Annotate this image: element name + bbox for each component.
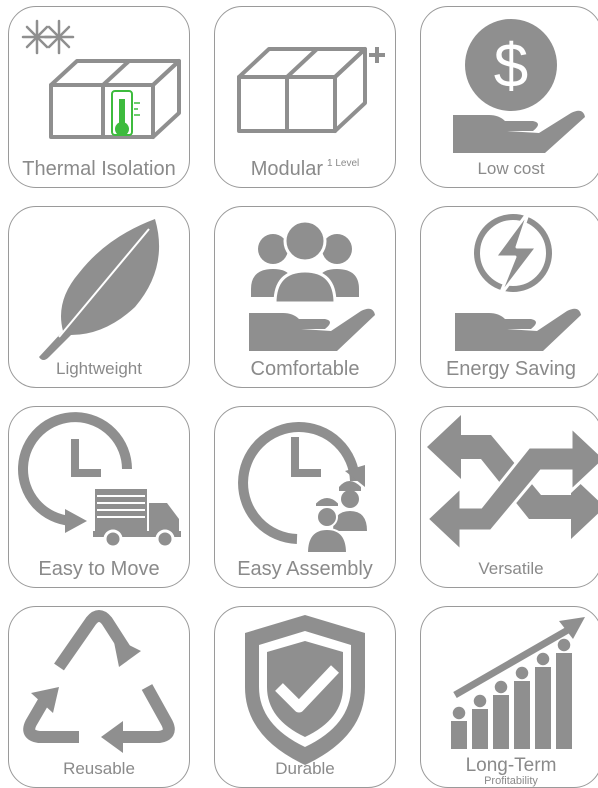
svg-text:$: $ bbox=[494, 32, 528, 101]
feature-card-reusable: Reusable bbox=[8, 606, 190, 788]
feature-card-easy-to-move: Easy to Move bbox=[8, 406, 190, 588]
feature-card-comfortable: Comfortable bbox=[214, 206, 396, 388]
feature-label: Easy to Move bbox=[38, 558, 160, 580]
feature-label: Low cost bbox=[477, 159, 545, 178]
feature-label: Long-Term Profitability bbox=[465, 755, 557, 787]
feature-label: Modular 1 Level bbox=[250, 158, 360, 180]
feature-card-low-cost: $ Low cost bbox=[420, 6, 598, 188]
feature-label: Comfortable bbox=[250, 358, 360, 380]
feature-label: Lightweight bbox=[55, 359, 142, 378]
feature-card-thermal-isolation: Thermal Isolation bbox=[8, 6, 190, 188]
feature-label: Energy Saving bbox=[445, 358, 577, 380]
feature-label: Easy Assembly bbox=[237, 558, 373, 580]
feature-card-long-term: Long-Term Profitability bbox=[420, 606, 598, 788]
feature-card-lightweight: Lightweight bbox=[8, 206, 190, 388]
feature-card-easy-assembly: Easy Assembly bbox=[214, 406, 396, 588]
feature-label: Thermal Isolation bbox=[22, 158, 176, 180]
feature-card-modular: Modular 1 Level bbox=[214, 6, 396, 188]
feature-card-energy-saving: Energy Saving bbox=[420, 206, 598, 388]
feature-card-versatile: Versatile bbox=[420, 406, 598, 588]
feature-label: Versatile bbox=[478, 559, 544, 578]
feature-label: Reusable bbox=[63, 759, 135, 778]
feature-label: Durable bbox=[275, 759, 335, 778]
feature-card-durable: Durable bbox=[214, 606, 396, 788]
